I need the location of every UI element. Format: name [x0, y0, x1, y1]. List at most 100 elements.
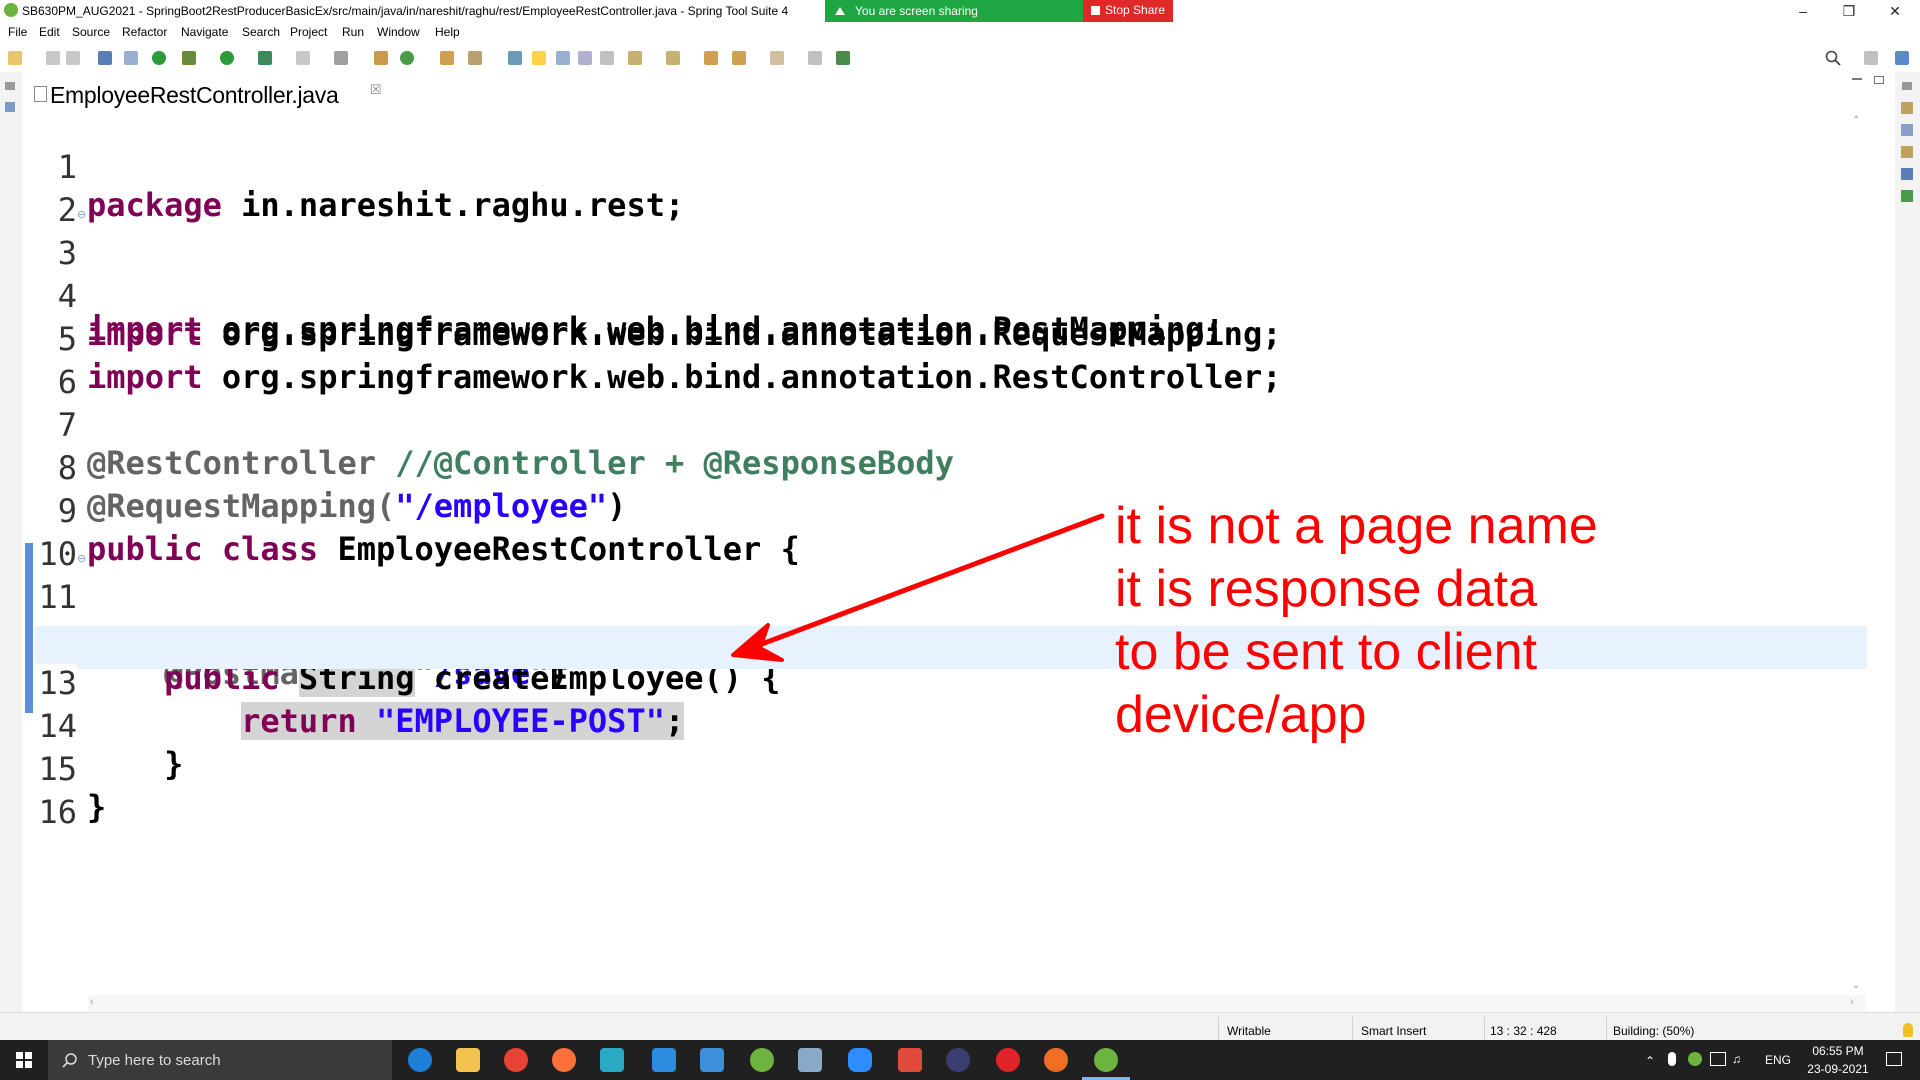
status-cursor-position[interactable]: 13 : 32 : 428	[1490, 1024, 1557, 1038]
opera-icon[interactable]	[996, 1048, 1020, 1072]
annotation-line: it is response data	[1115, 560, 1538, 618]
tray-expand-icon[interactable]: ⌃	[1645, 1054, 1655, 1068]
horizontal-scrollbar[interactable]: ‹ ›	[88, 995, 1866, 1011]
close-button[interactable]: ✕	[1872, 0, 1918, 22]
drawing-app-icon[interactable]	[898, 1048, 922, 1072]
maximize-editor-icon[interactable]	[1874, 76, 1884, 84]
restore-button[interactable]: ❒	[1826, 0, 1872, 22]
chrome-icon[interactable]	[504, 1048, 528, 1072]
menu-bar: File Edit Source Refactor Navigate Searc…	[0, 22, 1920, 44]
skip-breakpoints-icon[interactable]	[124, 51, 138, 65]
new-package-icon[interactable]	[374, 51, 388, 65]
new-icon[interactable]	[8, 51, 22, 65]
postman-icon[interactable]	[1044, 1048, 1068, 1072]
save-icon[interactable]	[46, 51, 60, 65]
menu-help[interactable]: Help	[435, 25, 460, 39]
clock-date[interactable]: 23-09-2021	[1806, 1062, 1870, 1076]
console-view-icon[interactable]	[1901, 168, 1913, 180]
annotation-line: device/app	[1115, 686, 1367, 744]
minimize-button[interactable]: –	[1780, 0, 1826, 22]
menu-project[interactable]: Project	[290, 25, 327, 39]
debug-icon[interactable]	[182, 51, 196, 65]
search-tool-icon[interactable]	[508, 51, 522, 65]
tip-lightbulb-icon[interactable]	[1903, 1023, 1913, 1037]
tray-app-icon[interactable]	[1688, 1052, 1702, 1066]
search-icon[interactable]	[1825, 50, 1841, 66]
annotation-line: to be sent to client	[1115, 623, 1538, 681]
menu-window[interactable]: Window	[377, 25, 420, 39]
network-icon[interactable]	[1710, 1052, 1726, 1066]
new-class-icon[interactable]	[400, 51, 414, 65]
stop-share-button[interactable]: Stop Share	[1083, 0, 1173, 22]
clock-time[interactable]: 06:55 PM	[1806, 1044, 1870, 1058]
status-build-progress[interactable]: Building: (50%)	[1613, 1024, 1694, 1038]
scroll-up-icon[interactable]: ⌃	[1852, 115, 1860, 126]
windows-start-icon[interactable]	[0, 1040, 48, 1080]
menu-navigate[interactable]: Navigate	[181, 25, 228, 39]
spring-tool-suite-active-icon[interactable]	[1094, 1048, 1118, 1072]
app-icon[interactable]	[700, 1048, 724, 1072]
back-icon[interactable]	[732, 51, 746, 65]
volume-icon[interactable]: ♫	[1732, 1052, 1741, 1066]
scroll-down-icon[interactable]: ⌄	[1852, 980, 1860, 991]
code-line: 4 import org.springframework.web.bind.an…	[35, 239, 1867, 353]
camera-app-icon[interactable]	[600, 1048, 624, 1072]
menu-refactor[interactable]: Refactor	[122, 25, 167, 39]
next-annotation-icon[interactable]	[628, 51, 642, 65]
restore-view-icon[interactable]	[5, 82, 15, 90]
run-icon[interactable]	[220, 51, 234, 65]
word-wrap-icon[interactable]	[556, 51, 570, 65]
zoom-icon[interactable]	[848, 1048, 872, 1072]
java-perspective-icon[interactable]	[1895, 51, 1909, 65]
mark-occurrences-icon[interactable]	[532, 51, 546, 65]
outline-icon[interactable]	[1901, 102, 1913, 114]
microphone-icon[interactable]	[1668, 1052, 1676, 1066]
scroll-right-icon[interactable]: ›	[1850, 996, 1854, 1008]
screen-capture-icon[interactable]	[798, 1048, 822, 1072]
eclipse-icon[interactable]	[946, 1048, 970, 1072]
status-insert-mode[interactable]: Smart Insert	[1361, 1024, 1426, 1038]
file-explorer-icon[interactable]	[456, 1048, 480, 1072]
menu-edit[interactable]: Edit	[39, 25, 60, 39]
task-list-icon[interactable]	[1901, 124, 1913, 136]
open-perspective-icon[interactable]	[836, 51, 850, 65]
open-task-icon[interactable]	[468, 51, 482, 65]
scroll-left-icon[interactable]: ‹	[90, 996, 94, 1008]
edge-icon[interactable]	[408, 1048, 432, 1072]
boot-dashboard-view-icon[interactable]	[1901, 190, 1913, 202]
show-whitespace-icon[interactable]	[600, 51, 614, 65]
tab-close-icon[interactable]: ☒	[370, 82, 382, 98]
forward-icon[interactable]	[770, 51, 784, 65]
block-select-icon[interactable]	[578, 51, 592, 65]
previous-annotation-icon[interactable]	[666, 51, 680, 65]
menu-search[interactable]: Search	[242, 25, 280, 39]
last-edit-icon[interactable]	[704, 51, 718, 65]
firefox-icon[interactable]	[552, 1048, 576, 1072]
fold-toggle-icon[interactable]: ⊖	[77, 208, 86, 221]
open-type-icon[interactable]	[440, 51, 454, 65]
restore-right-view-icon[interactable]	[1902, 82, 1912, 90]
minimize-editor-icon[interactable]	[1852, 78, 1862, 80]
code-line: 3 ⊖ import org.springframework.web.bind.…	[35, 196, 1867, 348]
terminate-icon[interactable]	[296, 51, 310, 65]
vscode-icon[interactable]	[652, 1048, 676, 1072]
disconnect-icon[interactable]	[334, 51, 348, 65]
external-tools-icon[interactable]	[258, 51, 272, 65]
spring-tool-suite-icon[interactable]	[750, 1048, 774, 1072]
problems-icon[interactable]	[1901, 146, 1913, 158]
main-toolbar	[0, 44, 1920, 73]
package-explorer-icon[interactable]	[5, 102, 15, 112]
pin-editor-icon[interactable]	[808, 51, 822, 65]
notifications-icon[interactable]	[1886, 1052, 1902, 1066]
perspective-icon[interactable]	[1864, 51, 1878, 65]
menu-file[interactable]: File	[8, 25, 27, 39]
console-icon[interactable]	[98, 51, 112, 65]
menu-source[interactable]: Source	[72, 25, 110, 39]
fold-toggle-icon[interactable]: ⊖	[77, 552, 86, 565]
taskbar-search-box[interactable]: Type here to search	[48, 1040, 392, 1080]
menu-run[interactable]: Run	[342, 25, 364, 39]
save-all-icon[interactable]	[66, 51, 80, 65]
screen-share-banner: You are screen sharing	[825, 0, 1085, 22]
input-language[interactable]: ENG	[1765, 1053, 1791, 1067]
spring-boot-dashboard-icon[interactable]	[152, 51, 166, 65]
